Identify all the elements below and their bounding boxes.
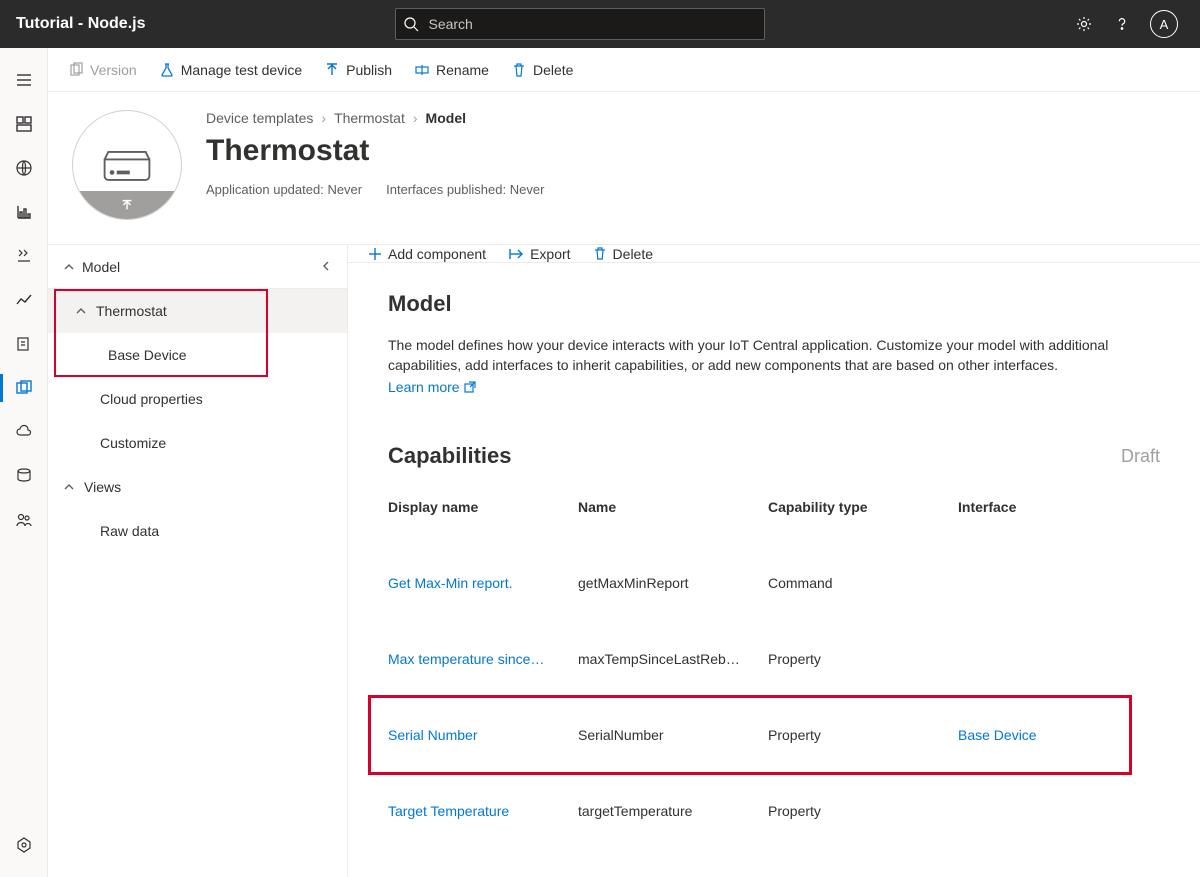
table-header-row: Display name Name Capability type Interf… bbox=[388, 499, 1160, 545]
breadcrumb-item[interactable]: Thermostat bbox=[334, 110, 405, 126]
chevron-up-icon bbox=[64, 482, 74, 492]
table-row[interactable]: Max temperature since… maxTempSinceLastR… bbox=[388, 621, 1160, 697]
tree-item-cloud-properties[interactable]: Cloud properties bbox=[48, 377, 347, 421]
breadcrumb-item[interactable]: Device templates bbox=[206, 110, 313, 126]
col-name: Name bbox=[578, 499, 768, 515]
main-content: Version Manage test device Publish Renam… bbox=[48, 48, 1200, 877]
chevron-up-icon bbox=[64, 262, 74, 272]
topbar: Tutorial - Node.js A bbox=[0, 0, 1200, 48]
database-icon[interactable] bbox=[0, 454, 48, 498]
detail-panel: Add component Export Delete Model The mo… bbox=[348, 245, 1200, 877]
tree-item-views[interactable]: Views bbox=[48, 465, 347, 509]
tree-header[interactable]: Model bbox=[48, 245, 347, 289]
col-display-name: Display name bbox=[388, 499, 578, 515]
collapse-left-icon[interactable] bbox=[321, 260, 331, 274]
detail-command-bar: Add component Export Delete bbox=[348, 245, 1200, 263]
tree-item-customize[interactable]: Customize bbox=[48, 421, 347, 465]
device-templates-icon[interactable] bbox=[0, 366, 48, 410]
breadcrumb-current: Model bbox=[426, 110, 466, 126]
copy-icon bbox=[68, 62, 84, 78]
dashboard-icon[interactable] bbox=[0, 102, 48, 146]
add-component-button[interactable]: Add component bbox=[368, 246, 486, 262]
search-input[interactable] bbox=[395, 8, 765, 40]
analytics-icon[interactable] bbox=[0, 278, 48, 322]
col-interface: Interface bbox=[958, 499, 1160, 515]
col-capability-type: Capability type bbox=[768, 499, 958, 515]
header-area: Device templates › Thermostat › Model Th… bbox=[48, 92, 1200, 244]
publish-button[interactable]: Publish bbox=[324, 62, 392, 78]
model-section-description: The model defines how your device intera… bbox=[388, 335, 1160, 375]
version-button[interactable]: Version bbox=[68, 62, 137, 78]
table-row[interactable]: Get Max-Min report. getMaxMinReport Comm… bbox=[388, 545, 1160, 621]
settings-rail-icon[interactable] bbox=[0, 823, 48, 867]
capabilities-title: Capabilities bbox=[388, 443, 511, 469]
delete-model-button[interactable]: Delete bbox=[593, 246, 653, 262]
users-icon[interactable] bbox=[0, 498, 48, 542]
external-link-icon bbox=[464, 381, 476, 393]
table-row-highlighted[interactable]: Serial Number SerialNumber Property Base… bbox=[370, 697, 1130, 773]
capability-link[interactable]: Get Max-Min report. bbox=[388, 575, 578, 591]
rules-icon[interactable] bbox=[0, 234, 48, 278]
publish-icon bbox=[324, 62, 340, 78]
capability-link[interactable]: Serial Number bbox=[388, 727, 578, 743]
flask-icon bbox=[159, 62, 175, 78]
delete-button[interactable]: Delete bbox=[511, 62, 573, 78]
search-icon bbox=[403, 16, 419, 32]
tree-item-thermostat[interactable]: Thermostat bbox=[48, 289, 347, 333]
tree-item-raw-data[interactable]: Raw data bbox=[48, 509, 347, 553]
globe-icon[interactable] bbox=[0, 146, 48, 190]
tree-item-base-device[interactable]: Base Device bbox=[48, 333, 347, 377]
app-updated-label: Application updated: Never bbox=[206, 182, 362, 197]
capability-link[interactable]: Max temperature since… bbox=[388, 651, 578, 667]
command-bar: Version Manage test device Publish Renam… bbox=[48, 48, 1200, 92]
avatar[interactable]: A bbox=[1150, 10, 1178, 38]
model-section-title: Model bbox=[388, 291, 1160, 317]
capability-link[interactable]: Target Temperature bbox=[388, 803, 578, 819]
trash-icon bbox=[511, 62, 527, 78]
capabilities-table: Display name Name Capability type Interf… bbox=[388, 499, 1160, 849]
device-icon bbox=[99, 146, 155, 184]
device-template-icon bbox=[72, 110, 182, 220]
export-icon bbox=[508, 247, 524, 261]
app-title: Tutorial - Node.js bbox=[16, 15, 145, 33]
cloud-icon[interactable] bbox=[0, 410, 48, 454]
status-badge: Draft bbox=[1121, 446, 1160, 467]
upload-icon bbox=[120, 198, 134, 212]
plus-icon bbox=[368, 247, 382, 261]
rename-button[interactable]: Rename bbox=[414, 62, 489, 78]
iconrail bbox=[0, 48, 48, 877]
help-icon[interactable] bbox=[1112, 14, 1132, 34]
breadcrumb: Device templates › Thermostat › Model bbox=[206, 110, 544, 126]
settings-icon[interactable] bbox=[1074, 14, 1094, 34]
interfaces-published-label: Interfaces published: Never bbox=[386, 182, 544, 197]
avatar-initial: A bbox=[1160, 17, 1169, 32]
manage-test-device-button[interactable]: Manage test device bbox=[159, 62, 302, 78]
export-button[interactable]: Export bbox=[508, 246, 570, 262]
chevron-up-icon bbox=[76, 306, 86, 316]
learn-more-link[interactable]: Learn more bbox=[388, 379, 476, 395]
chart-icon[interactable] bbox=[0, 190, 48, 234]
page-title: Thermostat bbox=[206, 134, 544, 168]
hamburger-icon[interactable] bbox=[0, 58, 48, 102]
jobs-icon[interactable] bbox=[0, 322, 48, 366]
tree-panel: Model Thermostat Base Device Clo bbox=[48, 245, 348, 877]
table-row[interactable]: Target Temperature targetTemperature Pro… bbox=[388, 773, 1160, 849]
trash-icon bbox=[593, 247, 607, 261]
rename-icon bbox=[414, 62, 430, 78]
